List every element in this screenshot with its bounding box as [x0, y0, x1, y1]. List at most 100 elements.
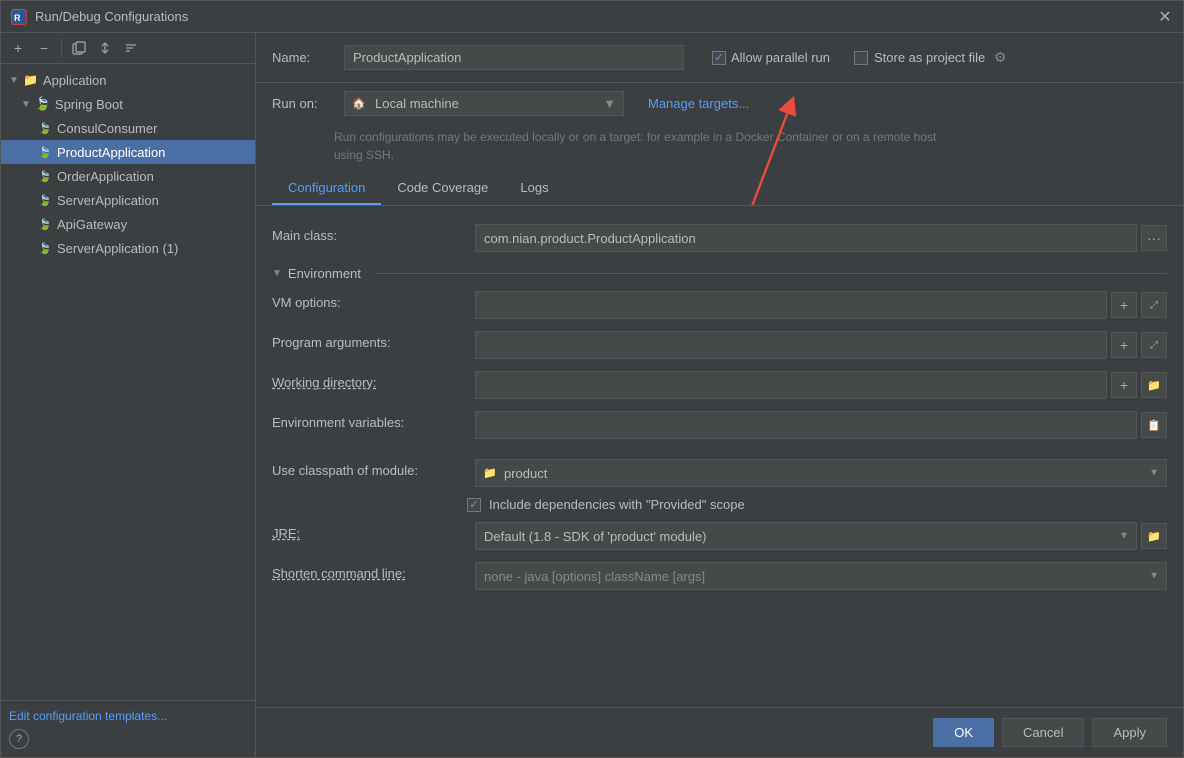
tree-item-server-application-2[interactable]: 🍃 ServerApplication (1)	[1, 236, 255, 260]
vm-options-field: + ⤢	[475, 291, 1167, 319]
tree-item-api-gateway[interactable]: 🍃 ApiGateway	[1, 212, 255, 236]
tree-item-spring-boot[interactable]: ▼ 🍃 Spring Boot	[1, 92, 255, 116]
run-on-row: Run on: 🏠 Local machine ▼ Manage targets…	[256, 83, 1183, 124]
include-deps-label[interactable]: Include dependencies with "Provided" sco…	[489, 497, 745, 512]
store-as-project-file-checkbox[interactable]	[854, 51, 868, 65]
move-up-down-button[interactable]	[94, 37, 116, 59]
app-icon: R	[11, 9, 27, 25]
jre-select[interactable]: Default (1.8 - SDK of 'product' module)	[475, 522, 1137, 550]
run-on-label: Run on:	[272, 96, 332, 111]
main-class-input[interactable]	[475, 224, 1137, 252]
tab-code-coverage[interactable]: Code Coverage	[381, 172, 504, 205]
run-debug-configurations-dialog: R Run/Debug Configurations ✕ + −	[0, 0, 1184, 758]
tree-label-product-application: ProductApplication	[57, 145, 165, 160]
classpath-row: Use classpath of module: 📁 product ▼	[272, 453, 1167, 493]
tree-arrow-application: ▼	[9, 75, 19, 86]
tree-item-order-application[interactable]: 🍃 OrderApplication	[1, 164, 255, 188]
program-args-expand-button[interactable]: ⤢	[1141, 332, 1167, 358]
tree-label-server-application-2: ServerApplication (1)	[57, 241, 178, 256]
shorten-cmd-field: none - java [options] className [args] ▼	[475, 562, 1167, 590]
env-vars-field: 📋	[475, 411, 1167, 439]
tab-configuration[interactable]: Configuration	[272, 172, 381, 205]
edit-templates-link[interactable]: Edit configuration templates...	[9, 709, 247, 723]
add-button[interactable]: +	[7, 37, 29, 59]
left-bottom: Edit configuration templates... ?	[1, 700, 255, 757]
jre-row: JRE: Default (1.8 - SDK of 'product' mod…	[272, 516, 1167, 556]
allow-parallel-run-label[interactable]: Allow parallel run	[731, 50, 830, 65]
parallel-run-section: Allow parallel run	[712, 50, 830, 65]
env-vars-row: Environment variables: 📋	[272, 405, 1167, 445]
run-on-select[interactable]: Local machine	[344, 91, 624, 116]
main-class-label: Main class:	[272, 224, 467, 243]
vm-options-add-button[interactable]: +	[1111, 292, 1137, 318]
working-dir-field: + 📁	[475, 371, 1167, 399]
name-label: Name:	[272, 50, 332, 65]
env-vars-input[interactable]	[475, 411, 1137, 439]
remove-button[interactable]: −	[33, 37, 55, 59]
store-as-project-file-label[interactable]: Store as project file	[874, 50, 985, 65]
environment-section-header[interactable]: ▼ Environment	[272, 258, 1167, 285]
left-panel: + − ▼ 📁 Application	[1, 33, 256, 757]
include-deps-checkbox[interactable]	[467, 498, 481, 512]
cancel-button[interactable]: Cancel	[1002, 718, 1084, 747]
environment-section-line	[375, 273, 1167, 274]
spacer	[272, 445, 1167, 453]
svg-text:R: R	[14, 13, 21, 23]
jre-field: Default (1.8 - SDK of 'product' module) …	[475, 522, 1167, 550]
tree-item-product-application[interactable]: 🍃 ProductApplication	[1, 140, 255, 164]
vm-options-input[interactable]	[475, 291, 1107, 319]
classpath-label: Use classpath of module:	[272, 459, 467, 478]
classpath-select[interactable]: product	[475, 459, 1167, 487]
help-button[interactable]: ?	[9, 729, 29, 749]
tab-logs[interactable]: Logs	[504, 172, 564, 205]
main-class-browse-button[interactable]: ···	[1141, 225, 1167, 251]
tree-item-consul-consumer[interactable]: 🍃 ConsulConsumer	[1, 116, 255, 140]
tree-label-server-application-1: ServerApplication	[57, 193, 159, 208]
sort-button[interactable]	[120, 37, 142, 59]
allow-parallel-run-checkbox-wrapper: Allow parallel run	[712, 50, 830, 65]
shorten-cmd-row: Shorten command line: none - java [optio…	[272, 556, 1167, 596]
folder-icon-application: 📁	[23, 72, 39, 88]
ok-button[interactable]: OK	[933, 718, 994, 747]
name-input[interactable]	[344, 45, 684, 70]
tree-label-spring-boot: Spring Boot	[55, 97, 123, 112]
app-icon-api-gateway: 🍃	[37, 216, 53, 232]
app-icon-product: 🍃	[37, 144, 53, 160]
app-icon-server2: 🍃	[37, 240, 53, 256]
main-class-field: ···	[475, 224, 1167, 252]
allow-parallel-run-checkbox[interactable]	[712, 51, 726, 65]
jre-dropdown-wrapper: Default (1.8 - SDK of 'product' module) …	[475, 522, 1137, 550]
jre-label: JRE:	[272, 522, 467, 541]
tabs-bar: Configuration Code Coverage Logs	[256, 172, 1183, 206]
tree-label-api-gateway: ApiGateway	[57, 217, 127, 232]
manage-targets-link[interactable]: Manage targets...	[648, 96, 749, 111]
copy-button[interactable]	[68, 37, 90, 59]
close-button[interactable]: ✕	[1157, 9, 1173, 25]
apply-button[interactable]: Apply	[1092, 718, 1167, 747]
shorten-cmd-dropdown-wrapper: none - java [options] className [args] ▼	[475, 562, 1167, 590]
shorten-cmd-label: Shorten command line:	[272, 562, 467, 581]
program-args-add-button[interactable]: +	[1111, 332, 1137, 358]
spring-boot-icon: 🍃	[35, 96, 51, 112]
working-dir-browse-button[interactable]: 📁	[1141, 372, 1167, 398]
env-vars-edit-button[interactable]: 📋	[1141, 412, 1167, 438]
config-content: Main class: ··· ▼ Environment VM options…	[256, 206, 1183, 707]
shorten-cmd-select[interactable]: none - java [options] className [args]	[475, 562, 1167, 590]
run-on-select-wrapper: 🏠 Local machine ▼	[344, 91, 624, 116]
tree-label-application: Application	[43, 73, 107, 88]
tree-arrow-spring-boot: ▼	[21, 99, 31, 110]
program-args-input[interactable]	[475, 331, 1107, 359]
dialog-footer: OK Cancel Apply	[256, 707, 1183, 757]
working-dir-add-button[interactable]: +	[1111, 372, 1137, 398]
jre-browse-button[interactable]: 📁	[1141, 523, 1167, 549]
tree-item-application[interactable]: ▼ 📁 Application	[1, 68, 255, 92]
working-dir-row: Working directory: + 📁	[272, 365, 1167, 405]
tree-label-consul-consumer: ConsulConsumer	[57, 121, 157, 136]
working-dir-input[interactable]	[475, 371, 1107, 399]
program-args-row: Program arguments: + ⤢	[272, 325, 1167, 365]
app-icon-order: 🍃	[37, 168, 53, 184]
tree-label-order-application: OrderApplication	[57, 169, 154, 184]
gear-icon[interactable]: ⚙	[991, 49, 1009, 67]
vm-options-expand-button[interactable]: ⤢	[1141, 292, 1167, 318]
tree-item-server-application-1[interactable]: 🍃 ServerApplication	[1, 188, 255, 212]
